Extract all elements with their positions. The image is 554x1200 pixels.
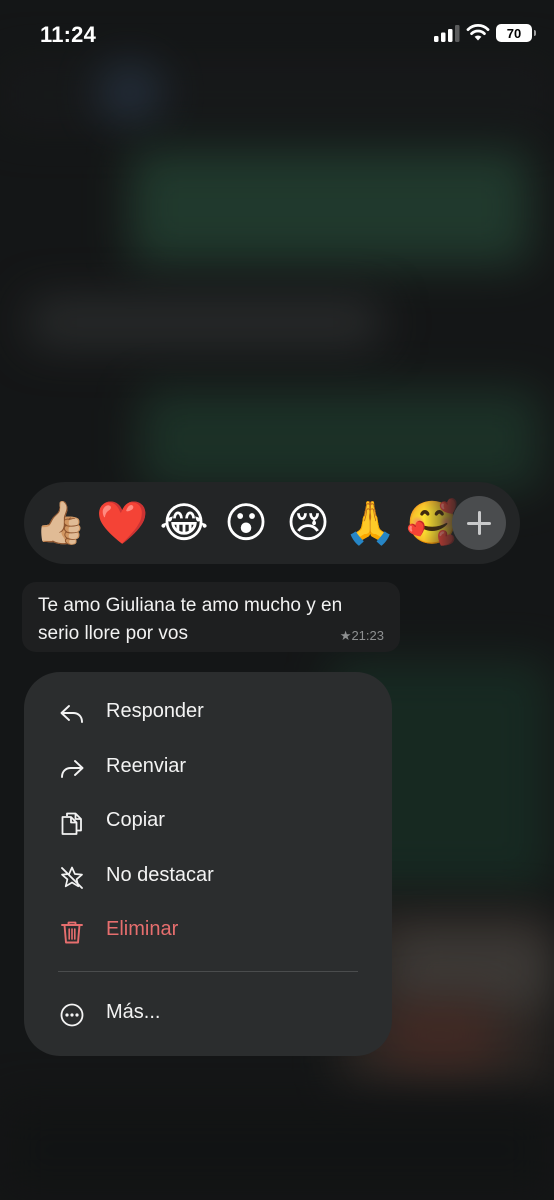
- menu-item-responder[interactable]: Responder: [24, 688, 392, 736]
- menu-item-label: No destacar: [106, 864, 214, 886]
- menu-divider: [58, 971, 358, 972]
- status-time: 11:24: [40, 22, 97, 47]
- reaction-thumbs-up[interactable]: 👍🏼: [34, 498, 86, 548]
- reaction-bar: 👍🏼 ❤️ 😂 😮 😢 🙏 🥰: [24, 482, 520, 564]
- menu-item-mas[interactable]: Más...: [24, 989, 392, 1037]
- reply-icon: [60, 705, 83, 723]
- menu-item-label: Responder: [106, 700, 204, 722]
- menu-item-no-destacar[interactable]: No destacar: [24, 852, 392, 900]
- message-text: Te amo Giuliana te amo mucho y en serio …: [38, 595, 343, 644]
- reaction-folded-hands[interactable]: 🙏: [344, 498, 396, 548]
- reaction-tears-of-joy[interactable]: 😂: [158, 498, 210, 548]
- menu-item-label: Más...: [106, 1001, 161, 1023]
- star-icon: ★: [339, 628, 352, 643]
- message-meta: ★21:23: [340, 628, 384, 644]
- cellular-signal-icon: [434, 25, 460, 42]
- reaction-red-heart[interactable]: ❤️: [96, 498, 148, 548]
- selected-message-bubble[interactable]: Te amo Giuliana te amo mucho y en serio …: [22, 582, 400, 652]
- battery-indicator: 70: [496, 24, 536, 42]
- copy-icon: [61, 812, 82, 835]
- message-time: 21:23: [351, 628, 384, 643]
- menu-item-label: Reenviar: [106, 755, 187, 777]
- menu-item-reenviar[interactable]: Reenviar: [24, 743, 392, 791]
- plus-icon[interactable]: [452, 496, 506, 550]
- status-bar: 11:24 70: [0, 0, 554, 68]
- menu-item-eliminar[interactable]: Eliminar: [24, 906, 392, 954]
- menu-item-label: Copiar: [106, 809, 165, 831]
- menu-item-copiar[interactable]: Copiar: [24, 797, 392, 845]
- menu-item-label: Eliminar: [106, 918, 179, 940]
- more-icon: [60, 1003, 84, 1027]
- unstar-icon: [61, 866, 83, 889]
- context-menu: Responder Reenviar Copiar No destacar El…: [24, 672, 392, 1056]
- reaction-surprised[interactable]: 😮: [220, 498, 272, 548]
- reaction-crying[interactable]: 😢: [282, 498, 334, 548]
- forward-icon: [61, 760, 84, 778]
- trash-icon: [61, 921, 83, 944]
- wifi-icon: [466, 24, 490, 41]
